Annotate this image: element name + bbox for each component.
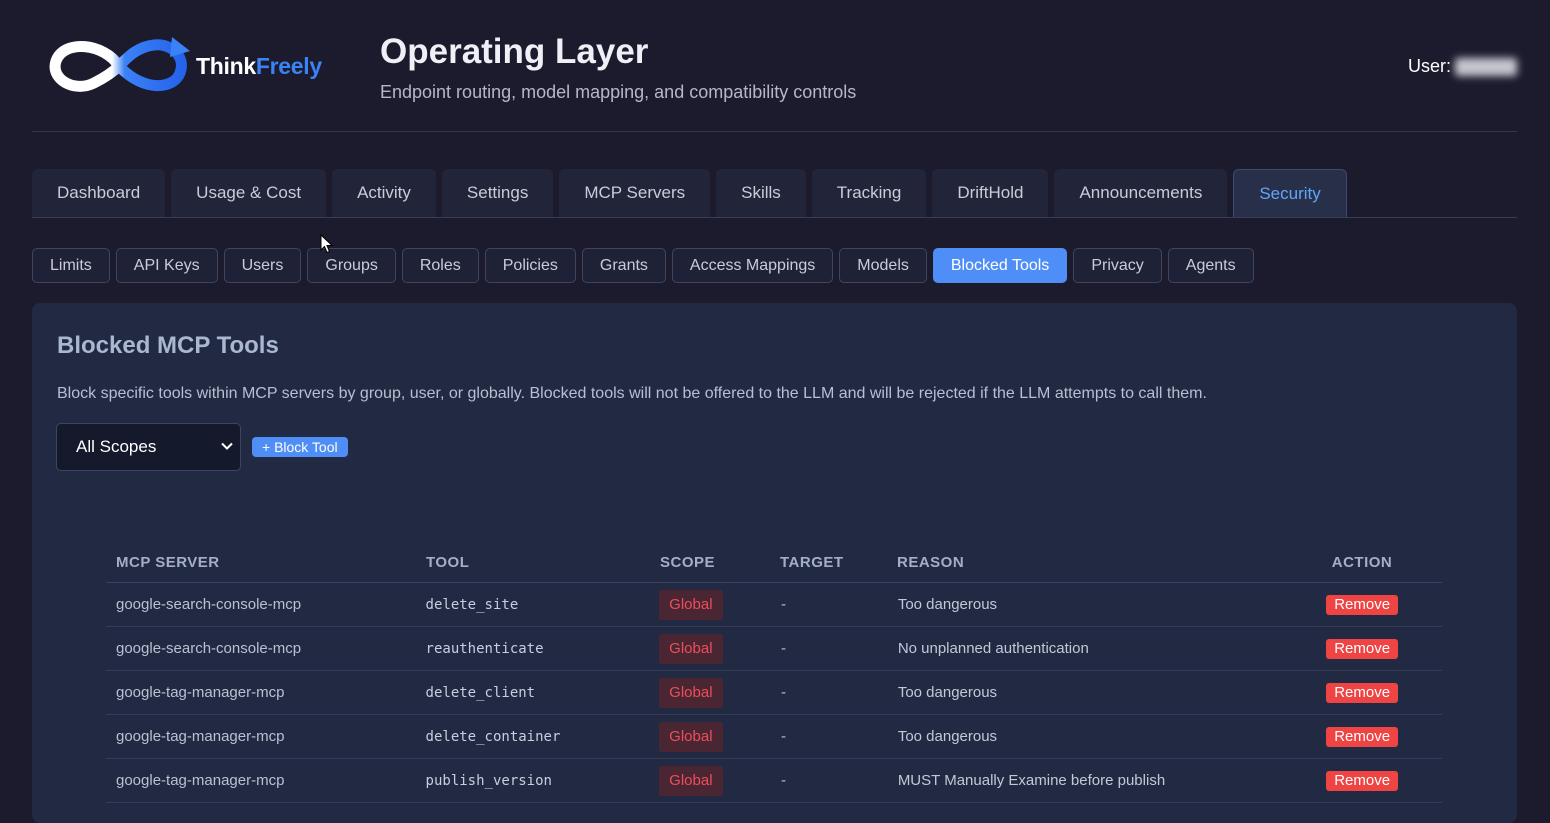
cell-tool: delete_container [425, 728, 561, 745]
subtab-policies[interactable]: Policies [484, 248, 576, 283]
subtab-access-mappings[interactable]: Access Mappings [671, 248, 834, 283]
page-subtitle: Endpoint routing, model mapping, and com… [380, 82, 857, 102]
tab-drifthold[interactable]: DriftHold [932, 169, 1049, 217]
tab-tracking[interactable]: Tracking [811, 169, 927, 217]
scope-badge: Global [659, 677, 723, 708]
cell-server: google-search-console-mcp [116, 596, 302, 613]
main-tabs: Dashboard Usage & Cost Activity Settings… [32, 169, 1517, 218]
cell-reason: MUST Manually Examine before publish [897, 772, 1166, 789]
col-target[interactable]: TARGET [780, 554, 897, 571]
app-header: ThinkFreely Operating Layer Endpoint rou… [32, 0, 1517, 132]
subtab-models[interactable]: Models [839, 248, 927, 283]
cell-target: - [780, 728, 786, 745]
scope-filter-select[interactable]: All Scopes [56, 423, 241, 471]
remove-button[interactable]: Remove [1326, 594, 1399, 615]
tab-skills[interactable]: Skills [716, 169, 806, 217]
cell-server: google-tag-manager-mcp [116, 728, 285, 745]
col-reason[interactable]: REASON [897, 554, 1282, 571]
blocked-tools-table: MCP SERVER TOOL SCOPE TARGET REASON ACTI… [106, 543, 1442, 803]
scope-badge: Global [659, 765, 723, 796]
subtab-api-keys[interactable]: API Keys [115, 248, 218, 283]
chevron-down-icon [221, 442, 233, 450]
subtab-users[interactable]: Users [223, 248, 302, 283]
user-label: User: [1407, 56, 1451, 76]
col-action: ACTION [1331, 554, 1393, 571]
subtab-limits[interactable]: Limits [32, 248, 110, 283]
cell-tool: publish_version [425, 772, 552, 789]
table-row: google-search-console-mcp reauthenticate… [106, 627, 1442, 671]
user-info[interactable]: User: [1408, 56, 1517, 77]
scope-filter-value: All Scopes [76, 437, 157, 456]
scope-badge: Global [659, 721, 723, 752]
col-scope[interactable]: SCOPE [660, 554, 780, 571]
remove-button[interactable]: Remove [1326, 638, 1399, 659]
infinity-logo-icon [49, 37, 190, 92]
cell-target: - [780, 640, 786, 657]
table-header: MCP SERVER TOOL SCOPE TARGET REASON ACTI… [106, 543, 1442, 583]
cell-server: google-tag-manager-mcp [116, 772, 285, 789]
cell-target: - [780, 772, 786, 789]
remove-button[interactable]: Remove [1326, 726, 1399, 747]
user-name-redacted [1455, 57, 1517, 76]
subtab-blocked-tools[interactable]: Blocked Tools [932, 248, 1068, 283]
cell-tool: delete_site [425, 596, 519, 613]
block-tool-button[interactable]: + Block Tool [252, 437, 348, 457]
panel-description: Block specific tools within MCP servers … [57, 385, 1207, 402]
tab-settings[interactable]: Settings [441, 169, 554, 217]
col-tool[interactable]: TOOL [426, 554, 660, 571]
cell-reason: Too dangerous [897, 728, 998, 745]
table-row: google-tag-manager-mcp delete_container … [106, 715, 1442, 759]
cell-tool: delete_client [425, 684, 536, 701]
page-title: Operating Layer [380, 32, 649, 71]
cell-server: google-search-console-mcp [116, 640, 302, 657]
mouse-cursor-icon [320, 234, 334, 254]
cell-target: - [780, 596, 786, 613]
scope-badge: Global [659, 633, 723, 664]
cell-reason: No unplanned authentication [897, 640, 1089, 657]
cell-server: google-tag-manager-mcp [116, 684, 285, 701]
table-row: google-tag-manager-mcp delete_client Glo… [106, 671, 1442, 715]
logo[interactable]: ThinkFreely [44, 30, 364, 102]
tab-dashboard[interactable]: Dashboard [32, 169, 166, 217]
subtab-grants[interactable]: Grants [581, 248, 666, 283]
tab-mcp-servers[interactable]: MCP Servers [559, 169, 711, 217]
cell-reason: Too dangerous [897, 596, 998, 613]
tab-announcements[interactable]: Announcements [1054, 169, 1228, 217]
cell-tool: reauthenticate [425, 640, 544, 657]
col-mcp-server[interactable]: MCP SERVER [106, 554, 426, 571]
cell-reason: Too dangerous [897, 684, 998, 701]
security-subtabs: Limits API Keys Users Groups Roles Polic… [32, 248, 1254, 283]
subtab-roles[interactable]: Roles [401, 248, 479, 283]
logo-text: ThinkFreely [196, 52, 322, 79]
tab-activity[interactable]: Activity [332, 169, 436, 217]
subtab-agents[interactable]: Agents [1167, 248, 1254, 283]
remove-button[interactable]: Remove [1326, 770, 1399, 791]
tab-security[interactable]: Security [1233, 169, 1347, 217]
subtab-privacy[interactable]: Privacy [1073, 248, 1162, 283]
tab-usage-cost[interactable]: Usage & Cost [171, 169, 327, 217]
table-row: google-tag-manager-mcp publish_version G… [106, 759, 1442, 803]
blocked-tools-panel: Blocked MCP Tools Block specific tools w… [32, 303, 1517, 823]
panel-title: Blocked MCP Tools [57, 332, 279, 359]
remove-button[interactable]: Remove [1326, 682, 1399, 703]
table-row: google-search-console-mcp delete_site Gl… [106, 583, 1442, 627]
cell-target: - [780, 684, 786, 701]
scope-badge: Global [659, 589, 723, 620]
